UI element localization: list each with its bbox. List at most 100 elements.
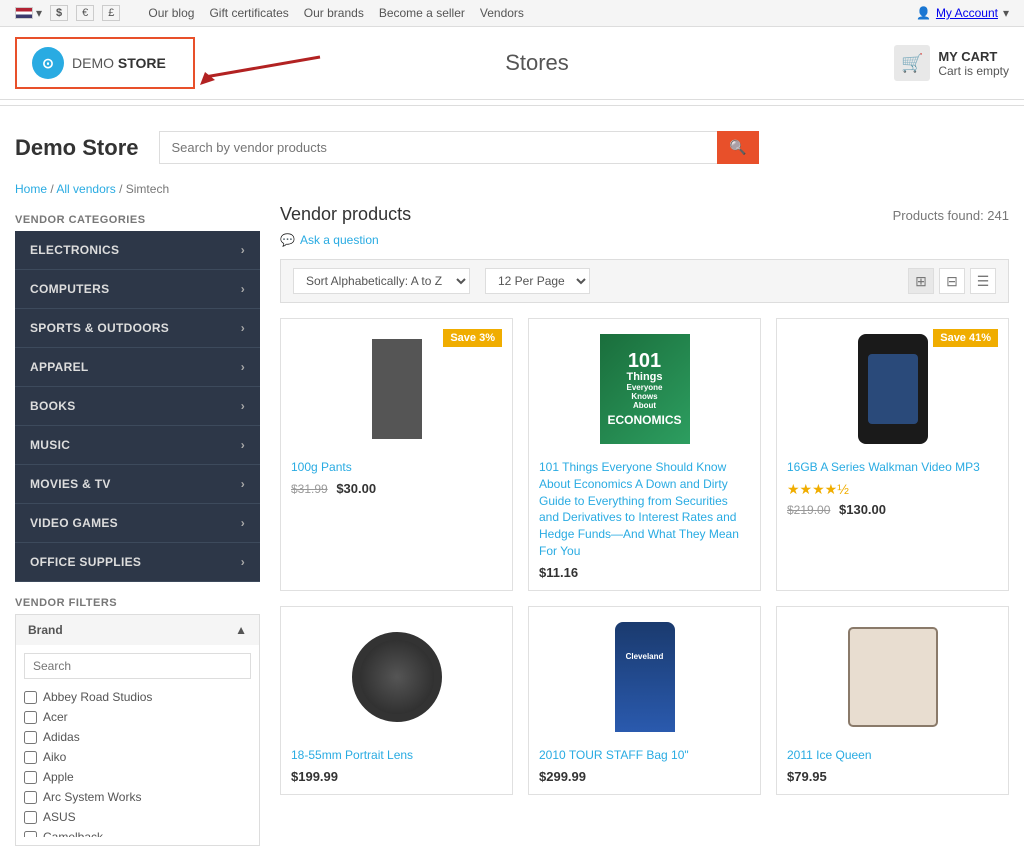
ask-question-label: Ask a question — [300, 233, 379, 247]
chevron-right-icon: › — [241, 477, 245, 491]
product-image-0 — [291, 329, 502, 449]
view-icons: ⊞ ⊟ ☰ — [908, 268, 996, 294]
sort-bar: Sort Alphabetically: A to Z 12 Per Page … — [280, 259, 1009, 303]
product-name-0: 100g Pants — [291, 459, 502, 476]
account-icon: 👤 — [916, 6, 931, 20]
chevron-right-icon: › — [241, 438, 245, 452]
product-card-0[interactable]: Save 3% 100g Pants $31.99 $30.00 — [280, 318, 513, 591]
per-page-select[interactable]: 12 Per Page — [485, 268, 590, 294]
logo-box[interactable]: ⊙ DEMO STORE — [15, 37, 195, 89]
filter-label-camelback: Camelback — [43, 830, 103, 837]
category-books[interactable]: BOOKS › — [15, 387, 260, 426]
nav-gift-certificates[interactable]: Gift certificates — [209, 6, 288, 20]
old-price-2: $219.00 — [787, 503, 830, 517]
products-count: Products found: 241 — [893, 208, 1009, 223]
price-4: $299.99 — [539, 769, 586, 784]
filter-item-asus[interactable]: ASUS — [24, 807, 251, 827]
sidebar: VENDOR CATEGORIES ELECTRONICS › COMPUTER… — [15, 204, 260, 846]
price-1: $11.16 — [539, 565, 578, 580]
ask-question[interactable]: 💬 Ask a question — [280, 233, 1009, 247]
nav-our-blog[interactable]: Our blog — [148, 6, 194, 20]
main-layout: VENDOR CATEGORIES ELECTRONICS › COMPUTER… — [0, 204, 1024, 866]
brand-filter-list: Abbey Road Studios Acer Adidas Aiko — [24, 687, 251, 837]
filter-label-acer: Acer — [43, 710, 68, 724]
filter-checkbox-aiko[interactable] — [24, 751, 37, 764]
product-image-4: Cleveland — [539, 617, 750, 737]
category-music[interactable]: MUSIC › — [15, 426, 260, 465]
filter-checkbox-camelback[interactable] — [24, 831, 37, 838]
header: ⊙ DEMO STORE Stores 🛒 MY CART Cart is em… — [0, 27, 1024, 100]
filter-checkbox-arc[interactable] — [24, 791, 37, 804]
price-5: $79.95 — [787, 769, 827, 784]
filter-item-adidas[interactable]: Adidas — [24, 727, 251, 747]
product-card-3[interactable]: 18-55mm Portrait Lens $199.99 — [280, 606, 513, 795]
category-computers[interactable]: COMPUTERS › — [15, 270, 260, 309]
filter-checkbox-asus[interactable] — [24, 811, 37, 824]
product-card-2[interactable]: Save 41% 16GB A Series Walkman Video MP3… — [776, 318, 1009, 591]
filter-label-apple: Apple — [43, 770, 74, 784]
brand-filter-search[interactable] — [24, 653, 251, 679]
filter-item-apple[interactable]: Apple — [24, 767, 251, 787]
flag-icon — [15, 7, 33, 19]
product-name-2: 16GB A Series Walkman Video MP3 — [787, 459, 998, 476]
product-card-4[interactable]: Cleveland 2010 TOUR STAFF Bag 10" $299.9… — [528, 606, 761, 795]
cart-area: 🛒 MY CART Cart is empty — [879, 45, 1009, 81]
filter-item-aiko[interactable]: Aiko — [24, 747, 251, 767]
chevron-right-icon: › — [241, 555, 245, 569]
product-card-1[interactable]: 101 Things Everyone Knows About ECONOMIC… — [528, 318, 761, 591]
grid-view-large-icon[interactable]: ⊞ — [908, 268, 934, 294]
category-office[interactable]: OFFICE SUPPLIES › — [15, 543, 260, 582]
filter-label-adidas: Adidas — [43, 730, 80, 744]
category-apparel[interactable]: APPAREL › — [15, 348, 260, 387]
save-badge-0: Save 3% — [443, 329, 502, 347]
new-price-0: $30.00 — [336, 481, 376, 496]
nav-become-seller[interactable]: Become a seller — [379, 6, 465, 20]
brand-filter-header[interactable]: Brand ▲ — [16, 615, 259, 645]
cart-icon[interactable]: 🛒 — [894, 45, 930, 81]
product-card-5[interactable]: 2011 Ice Queen $79.95 — [776, 606, 1009, 795]
product-image-2 — [787, 329, 998, 449]
filter-item-camelback[interactable]: Camelback — [24, 827, 251, 837]
breadcrumb-all-vendors[interactable]: All vendors — [56, 182, 115, 196]
my-account-link[interactable]: My Account — [936, 6, 998, 20]
breadcrumb-home[interactable]: Home — [15, 182, 47, 196]
nav-vendors[interactable]: Vendors — [480, 6, 524, 20]
product-name-1: 101 Things Everyone Should Know About Ec… — [539, 459, 750, 560]
filter-item-arc[interactable]: Arc System Works — [24, 787, 251, 807]
vendor-filters: VENDOR FILTERS Brand ▲ Abbey Road Studio… — [15, 597, 260, 846]
search-input[interactable] — [159, 131, 718, 164]
grid-view-small-icon[interactable]: ⊟ — [939, 268, 965, 294]
filter-checkbox-adidas[interactable] — [24, 731, 37, 744]
vendor-categories-title: VENDOR CATEGORIES — [15, 214, 260, 226]
search-button[interactable]: 🔍 — [717, 131, 758, 164]
product-image-3 — [291, 617, 502, 737]
currency-usd[interactable]: $ — [50, 5, 68, 21]
products-grid: Save 3% 100g Pants $31.99 $30.00 101 Thi… — [280, 318, 1009, 795]
category-video-games[interactable]: VIDEO GAMES › — [15, 504, 260, 543]
filter-checkbox-acer[interactable] — [24, 711, 37, 724]
store-header: Demo Store 🔍 — [0, 111, 1024, 174]
brand-filter: Brand ▲ Abbey Road Studios Acer — [15, 614, 260, 846]
vendor-products-title: Vendor products — [280, 204, 411, 225]
logo-text: DEMO STORE — [72, 55, 166, 71]
flag-dropdown[interactable]: ▾ — [15, 6, 42, 20]
pants-image — [372, 339, 422, 439]
bag-image — [848, 627, 938, 727]
golf-bag-image: Cleveland — [615, 622, 675, 732]
list-view-icon[interactable]: ☰ — [970, 268, 996, 294]
filter-checkbox-apple[interactable] — [24, 771, 37, 784]
filter-item-acer[interactable]: Acer — [24, 707, 251, 727]
filter-item-abbey[interactable]: Abbey Road Studios — [24, 687, 251, 707]
account-chevron: ▾ — [1003, 6, 1009, 20]
sort-select[interactable]: Sort Alphabetically: A to Z — [293, 268, 470, 294]
currency-eur[interactable]: € — [76, 5, 94, 21]
product-price-4: $299.99 — [539, 769, 750, 784]
category-movies[interactable]: MOVIES & TV › — [15, 465, 260, 504]
currency-gbp[interactable]: £ — [102, 5, 120, 21]
nav-our-brands[interactable]: Our brands — [304, 6, 364, 20]
category-electronics[interactable]: ELECTRONICS › — [15, 231, 260, 270]
filter-checkbox-abbey[interactable] — [24, 691, 37, 704]
category-sports[interactable]: SPORTS & OUTDOORS › — [15, 309, 260, 348]
product-price-0: $31.99 $30.00 — [291, 481, 502, 496]
new-price-2: $130.00 — [839, 502, 886, 517]
